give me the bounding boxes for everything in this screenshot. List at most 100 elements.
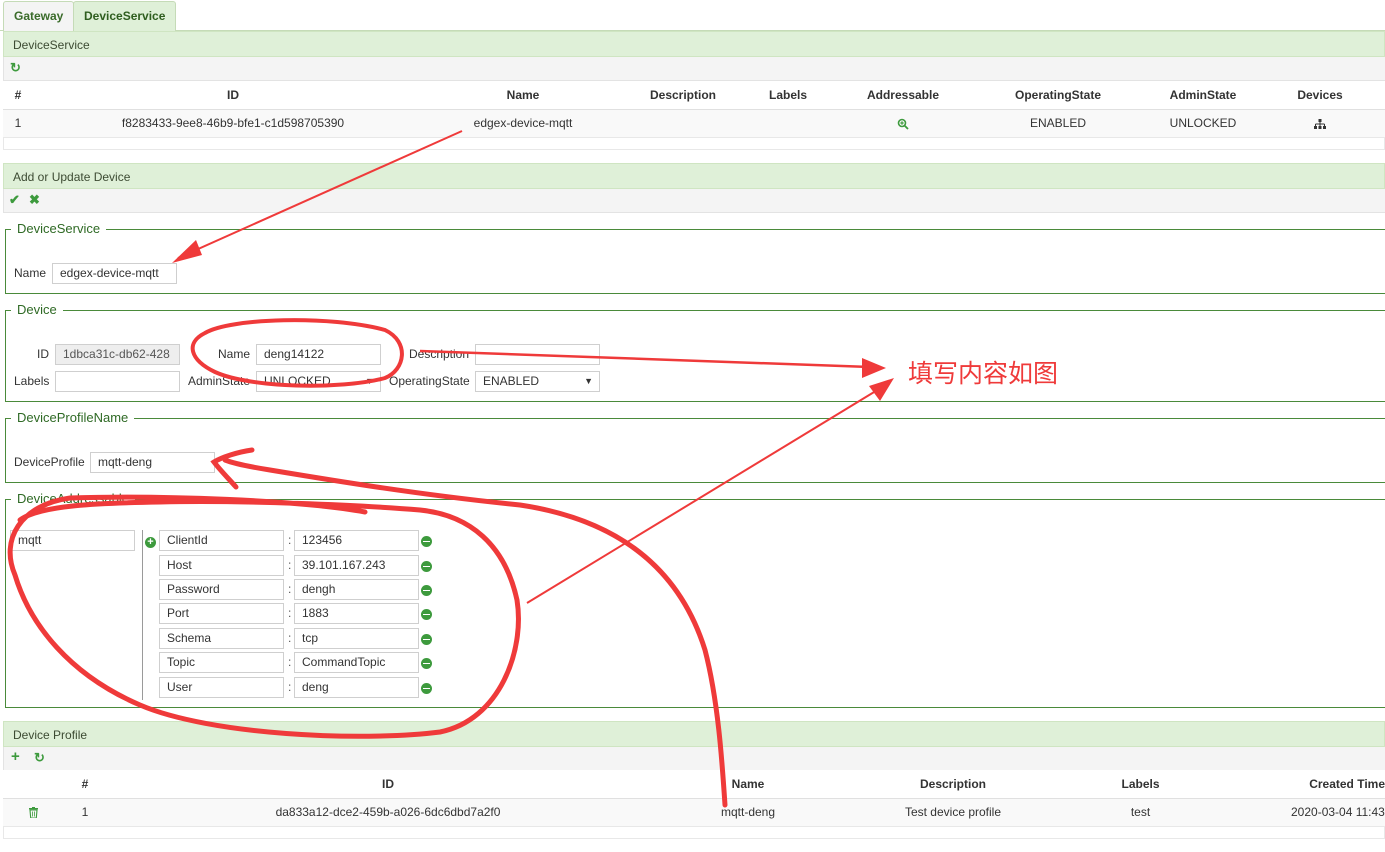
- add-update-toolbar: ✔ ✖: [3, 189, 1385, 213]
- deviceservice-panel-title: DeviceService: [3, 31, 1385, 57]
- ds-name-label: Name: [14, 266, 47, 280]
- property-key[interactable]: Schema: [159, 628, 284, 649]
- deviceservice-toolbar: ↻: [3, 57, 1385, 81]
- plus-icon[interactable]: +: [11, 749, 20, 764]
- row-description: Test device profile: [904, 805, 1002, 819]
- property-value[interactable]: 123456: [294, 530, 419, 551]
- row-name: mqtt-deng: [720, 805, 776, 819]
- property-value[interactable]: tcp: [294, 628, 419, 649]
- tab-gateway[interactable]: Gateway: [3, 1, 75, 31]
- table-row[interactable]: 1 f8283433-9ee8-46b9-bfe1-c1d598705390 e…: [3, 110, 1385, 138]
- sitemap-icon[interactable]: [1310, 110, 1330, 139]
- property-value[interactable]: 1883: [294, 603, 419, 624]
- property-separator: :: [288, 558, 292, 572]
- deviceprofile-table-header: # ID Name Description Labels Created Tim…: [3, 770, 1385, 799]
- property-key[interactable]: ClientId: [159, 530, 284, 551]
- table-row[interactable]: 1 da833a12-dce2-459b-a026-6dc6dbd7a2f0 m…: [3, 799, 1385, 827]
- legend-device: Device: [11, 303, 63, 317]
- remove-property-icon[interactable]: [421, 634, 432, 645]
- col-num: #: [81, 777, 89, 791]
- deviceservice-panel-footer: [3, 138, 1385, 150]
- col-num: #: [14, 88, 22, 102]
- protocol-field[interactable]: mqtt: [10, 530, 135, 551]
- col-devices: Devices: [1297, 88, 1343, 102]
- check-icon[interactable]: ✔: [9, 193, 20, 207]
- row-id: da833a12-dce2-459b-a026-6dc6dbd7a2f0: [275, 805, 501, 819]
- col-description: Description: [919, 777, 986, 791]
- fieldset-deviceprofilename: [5, 418, 1385, 483]
- device-adminstate-label: AdminState: [188, 374, 251, 388]
- row-name: edgex-device-mqtt: [473, 116, 573, 130]
- device-description-field[interactable]: [475, 344, 600, 365]
- row-num: 1: [81, 805, 89, 819]
- tab-deviceservice[interactable]: DeviceService: [73, 1, 177, 31]
- deviceprofile-toolbar: + ↻: [3, 747, 1385, 771]
- property-separator: :: [288, 582, 292, 596]
- deviceprofile-label: DeviceProfile: [14, 455, 85, 469]
- cross-icon[interactable]: ✖: [29, 193, 40, 207]
- device-operatingstate-label: OperatingState: [389, 374, 470, 388]
- device-id-field[interactable]: 1dbca31c-db62-428: [55, 344, 180, 365]
- property-key[interactable]: Topic: [159, 652, 284, 673]
- device-labels-field[interactable]: [55, 371, 180, 392]
- adminstate-value: UNLOCKED: [264, 374, 331, 388]
- row-labels: test: [1130, 805, 1151, 819]
- remove-property-icon[interactable]: [421, 609, 432, 620]
- col-description: Description: [649, 88, 716, 102]
- row-id: f8283433-9ee8-46b9-bfe1-c1d598705390: [121, 116, 345, 130]
- property-separator: :: [288, 606, 292, 620]
- legend-deviceservice: DeviceService: [11, 222, 107, 236]
- property-value[interactable]: CommandTopic: [294, 652, 419, 673]
- property-value[interactable]: dengh: [294, 579, 419, 600]
- add-property-icon[interactable]: +: [145, 537, 156, 548]
- col-addressable: Addressable: [866, 88, 940, 102]
- col-id: ID: [227, 88, 239, 102]
- remove-property-icon[interactable]: [421, 561, 432, 572]
- legend-deviceaddressable: DeviceAddressable: [11, 492, 136, 506]
- deviceprofile-panel-footer: [3, 827, 1385, 839]
- fieldset-deviceservice: [5, 229, 1385, 294]
- chevron-down-icon: ▼: [365, 376, 374, 386]
- operatingstate-value: ENABLED: [483, 374, 540, 388]
- property-separator: :: [288, 631, 292, 645]
- remove-property-icon[interactable]: [421, 683, 432, 694]
- chevron-down-icon: ▼: [584, 376, 593, 386]
- col-labels: Labels: [768, 88, 807, 102]
- property-value[interactable]: 39.101.167.243: [294, 555, 419, 576]
- property-divider: [142, 530, 143, 700]
- property-key[interactable]: User: [159, 677, 284, 698]
- col-id: ID: [382, 777, 394, 791]
- property-key[interactable]: Host: [159, 555, 284, 576]
- remove-property-icon[interactable]: [421, 658, 432, 669]
- refresh-icon[interactable]: ↻: [34, 751, 45, 765]
- row-operatingstate: ENABLED: [1029, 116, 1087, 130]
- device-operatingstate-select[interactable]: ENABLED ▼: [475, 371, 600, 392]
- row-num: 1: [14, 116, 22, 130]
- zoom-in-icon[interactable]: [893, 110, 913, 139]
- remove-property-icon[interactable]: [421, 536, 432, 547]
- legend-deviceprofilename: DeviceProfileName: [11, 411, 135, 425]
- property-key[interactable]: Password: [159, 579, 284, 600]
- device-description-label: Description: [409, 347, 470, 361]
- device-id-label: ID: [37, 347, 49, 361]
- annotation-text: 填写内容如图: [908, 359, 1059, 388]
- property-key[interactable]: Port: [159, 603, 284, 624]
- device-name-label: Name: [218, 347, 251, 361]
- remove-property-icon[interactable]: [421, 585, 432, 596]
- add-update-panel-title: Add or Update Device: [3, 163, 1385, 189]
- trash-icon[interactable]: [26, 799, 40, 827]
- device-adminstate-select[interactable]: UNLOCKED ▼: [256, 371, 381, 392]
- col-name: Name: [731, 777, 765, 791]
- device-labels-label: Labels: [14, 374, 50, 388]
- col-labels: Labels: [1121, 777, 1160, 791]
- col-created-time: Created Time: [1309, 777, 1385, 791]
- property-value[interactable]: deng: [294, 677, 419, 698]
- property-separator: :: [288, 533, 292, 547]
- deviceservice-table-header: # ID Name Description Labels Addressable…: [3, 81, 1385, 110]
- property-separator: :: [288, 655, 292, 669]
- ds-name-field[interactable]: edgex-device-mqtt: [52, 263, 177, 284]
- device-name-field[interactable]: deng14122: [256, 344, 381, 365]
- row-created-time: 2020-03-04 11:43: [1291, 805, 1385, 819]
- deviceprofile-field[interactable]: mqtt-deng: [90, 452, 215, 473]
- refresh-icon[interactable]: ↻: [10, 61, 21, 75]
